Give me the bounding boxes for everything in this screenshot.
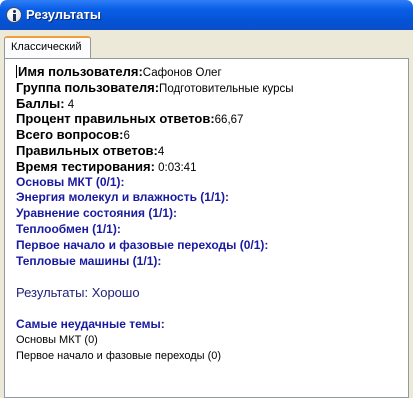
field-total-questions: Всего вопросов:6: [16, 127, 130, 143]
field-correct-answers: Правильных ответов:4: [16, 142, 165, 158]
result-text: Результаты: Хорошо: [16, 285, 140, 301]
worst-topic-item: Основы МКТ (0): [16, 334, 98, 347]
text-cursor: [16, 65, 17, 78]
topic-row: Первое начало и фазовые переходы (0/1):: [16, 237, 269, 252]
topic-row: Энергия молекул и влажность (1/1):: [16, 190, 229, 205]
topic-row: Уравнение состояния (1/1):: [16, 206, 177, 221]
field-username: Имя пользователя:Сафонов Олег: [16, 64, 222, 79]
results-content: Имя пользователя:Сафонов Олег Группа пол…: [16, 64, 406, 365]
field-test-time: Время тестирования: 0:03:41: [16, 158, 197, 174]
tab-classic[interactable]: Классический: [4, 36, 91, 58]
worst-topics-heading: Самые неудачные темы:: [16, 317, 165, 332]
worst-topic-item: Первое начало и фазовые переходы (0): [16, 349, 222, 362]
window-title: Результаты: [26, 7, 101, 22]
title-bar[interactable]: Результаты: [0, 0, 413, 30]
field-score: Баллы: 4: [16, 95, 75, 111]
info-icon: [6, 7, 22, 23]
results-panel: Имя пользователя:Сафонов Олег Группа пол…: [4, 58, 409, 398]
field-group: Группа пользователя:Подготовительные кур…: [16, 79, 294, 95]
window-body: Классический Имя пользователя:Сафонов Ол…: [0, 30, 413, 398]
topic-row: Основы МКТ (0/1):: [16, 174, 125, 189]
topic-row: Тепловые машины (1/1):: [16, 253, 162, 268]
field-percent: Процент правильных ответов:66,67: [16, 111, 244, 127]
tab-label: Классический: [11, 41, 82, 53]
topic-row: Теплообмен (1/1):: [16, 221, 121, 236]
